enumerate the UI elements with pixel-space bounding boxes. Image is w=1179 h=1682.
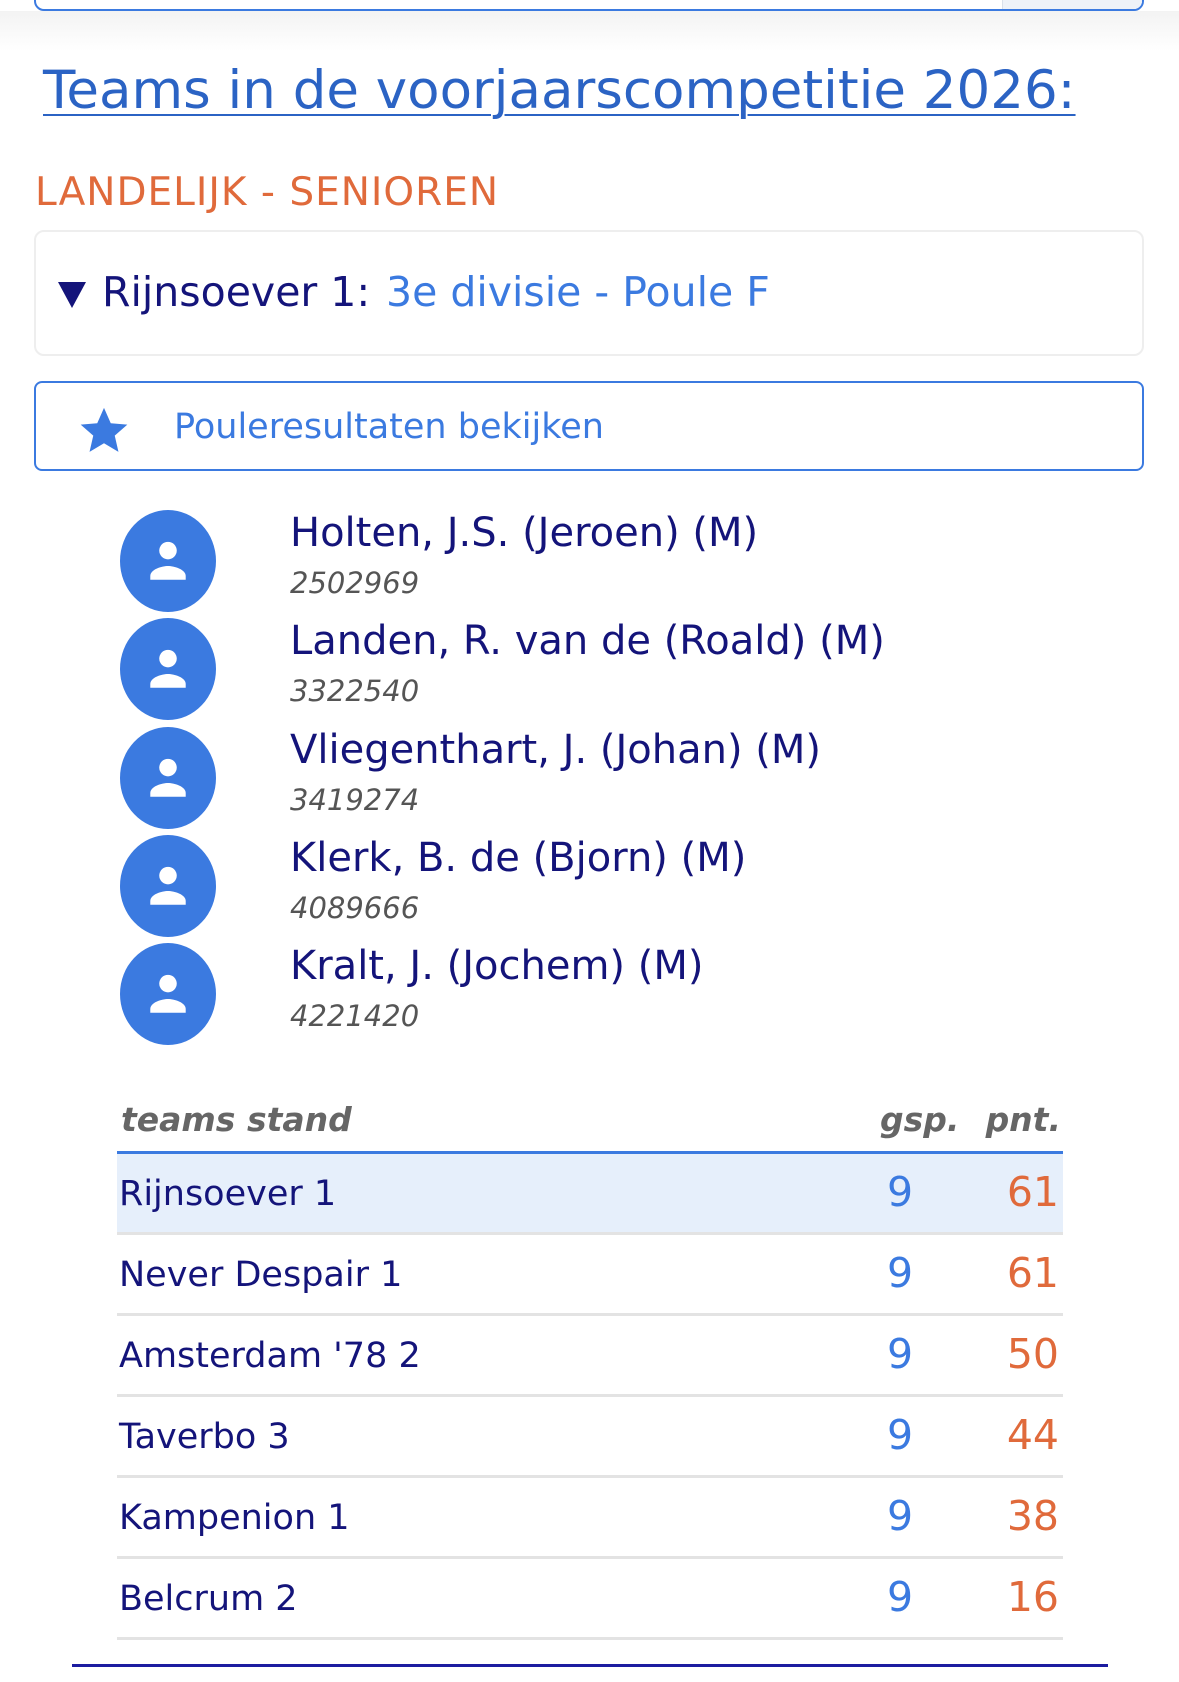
played-cell: 9 [886, 1168, 914, 1216]
standings-row[interactable]: Kampenion 1 9 38 [117, 1478, 1063, 1559]
header-played: gsp. [880, 1100, 960, 1139]
standings-row[interactable]: Belcrum 2 9 16 [117, 1559, 1063, 1640]
played-cell: 9 [886, 1573, 914, 1621]
player-item[interactable]: Kralt, J. (Jochem) (M) 4221420 [120, 943, 1100, 1053]
points-cell: 61 [1006, 1168, 1059, 1216]
section-label: LANDELIJK - SENIOREN [35, 170, 500, 215]
player-name: Klerk, B. de (Bjorn) (M) [290, 835, 747, 881]
points-cell: 50 [1006, 1330, 1059, 1378]
team-cell: Amsterdam '78 2 [119, 1336, 421, 1376]
player-item[interactable]: Klerk, B. de (Bjorn) (M) 4089666 [120, 835, 1100, 945]
player-item[interactable]: Landen, R. van de (Roald) (M) 3322540 [120, 618, 1100, 728]
player-item[interactable]: Holten, J.S. (Jeroen) (M) 2502969 [120, 510, 1100, 620]
player-number: 3322540 [290, 674, 420, 708]
standings-table: teams stand gsp. pnt. Rijnsoever 1 9 61 Nev… [117, 1096, 1063, 1640]
standings-header: teams stand gsp. pnt. [117, 1096, 1063, 1154]
player-item[interactable]: Vliegenthart, J. (Johan) (M) 3419274 [120, 727, 1100, 837]
played-cell: 9 [886, 1249, 914, 1297]
collapse-triangle-icon[interactable] [58, 282, 86, 308]
points-cell: 16 [1006, 1573, 1059, 1621]
avatar-person-icon [120, 727, 216, 829]
points-cell: 61 [1006, 1249, 1059, 1297]
person-icon [150, 649, 186, 688]
header-team: teams stand [121, 1100, 352, 1139]
standings-row[interactable]: Never Despair 1 9 61 [117, 1235, 1063, 1316]
person-icon [150, 758, 186, 797]
poule-results-button[interactable]: Pouleresultaten bekijken [34, 381, 1144, 471]
bottom-divider [72, 1664, 1108, 1667]
division-link[interactable]: 3e divisie - Poule F [386, 268, 770, 316]
team-cell: Belcrum 2 [119, 1579, 298, 1619]
played-cell: 9 [886, 1330, 914, 1378]
player-number: 2502969 [290, 566, 420, 600]
poule-results-label: Pouleresultaten bekijken [174, 407, 604, 447]
team-cell: Kampenion 1 [119, 1498, 350, 1538]
standings-row[interactable]: Amsterdam '78 2 9 50 [117, 1316, 1063, 1397]
team-cell: Taverbo 3 [119, 1417, 290, 1457]
avatar-person-icon [120, 943, 216, 1045]
player-number: 3419274 [290, 783, 420, 817]
player-name: Vliegenthart, J. (Johan) (M) [290, 727, 822, 773]
team-cell: Never Despair 1 [119, 1255, 403, 1295]
player-number: 4221420 [290, 999, 420, 1033]
avatar-person-icon [120, 510, 216, 612]
player-name: Kralt, J. (Jochem) (M) [290, 943, 704, 989]
person-icon [150, 866, 186, 905]
page: Teams in de voorjaarscompetitie 2026: LA… [0, 0, 1179, 1682]
avatar-person-icon [120, 835, 216, 937]
player-name: Landen, R. van de (Roald) (M) [290, 618, 885, 664]
top-card-side-panel[interactable] [1002, 0, 1142, 9]
header-points: pnt. [985, 1100, 1061, 1139]
top-card-partial[interactable] [34, 0, 1144, 11]
points-cell: 38 [1006, 1492, 1059, 1540]
star-icon [80, 407, 128, 452]
top-shadow [0, 11, 1179, 51]
page-title-link[interactable]: Teams in de voorjaarscompetitie 2026: [43, 60, 1076, 121]
standings-row[interactable]: Rijnsoever 1 9 61 [117, 1154, 1063, 1235]
team-name: Rijnsoever 1: [102, 268, 371, 316]
standings-row[interactable]: Taverbo 3 9 44 [117, 1397, 1063, 1478]
played-cell: 9 [886, 1411, 914, 1459]
player-number: 4089666 [290, 891, 420, 925]
avatar-person-icon [120, 618, 216, 720]
player-name: Holten, J.S. (Jeroen) (M) [290, 510, 759, 556]
team-cell: Rijnsoever 1 [119, 1174, 337, 1214]
standings-rows: Rijnsoever 1 9 61 Never Despair 1 9 61 Amsterd… [117, 1154, 1063, 1640]
points-cell: 44 [1006, 1411, 1059, 1459]
played-cell: 9 [886, 1492, 914, 1540]
person-icon [150, 541, 186, 580]
team-card[interactable]: Rijnsoever 1: 3e divisie - Poule F [34, 230, 1144, 356]
person-icon [150, 974, 186, 1013]
